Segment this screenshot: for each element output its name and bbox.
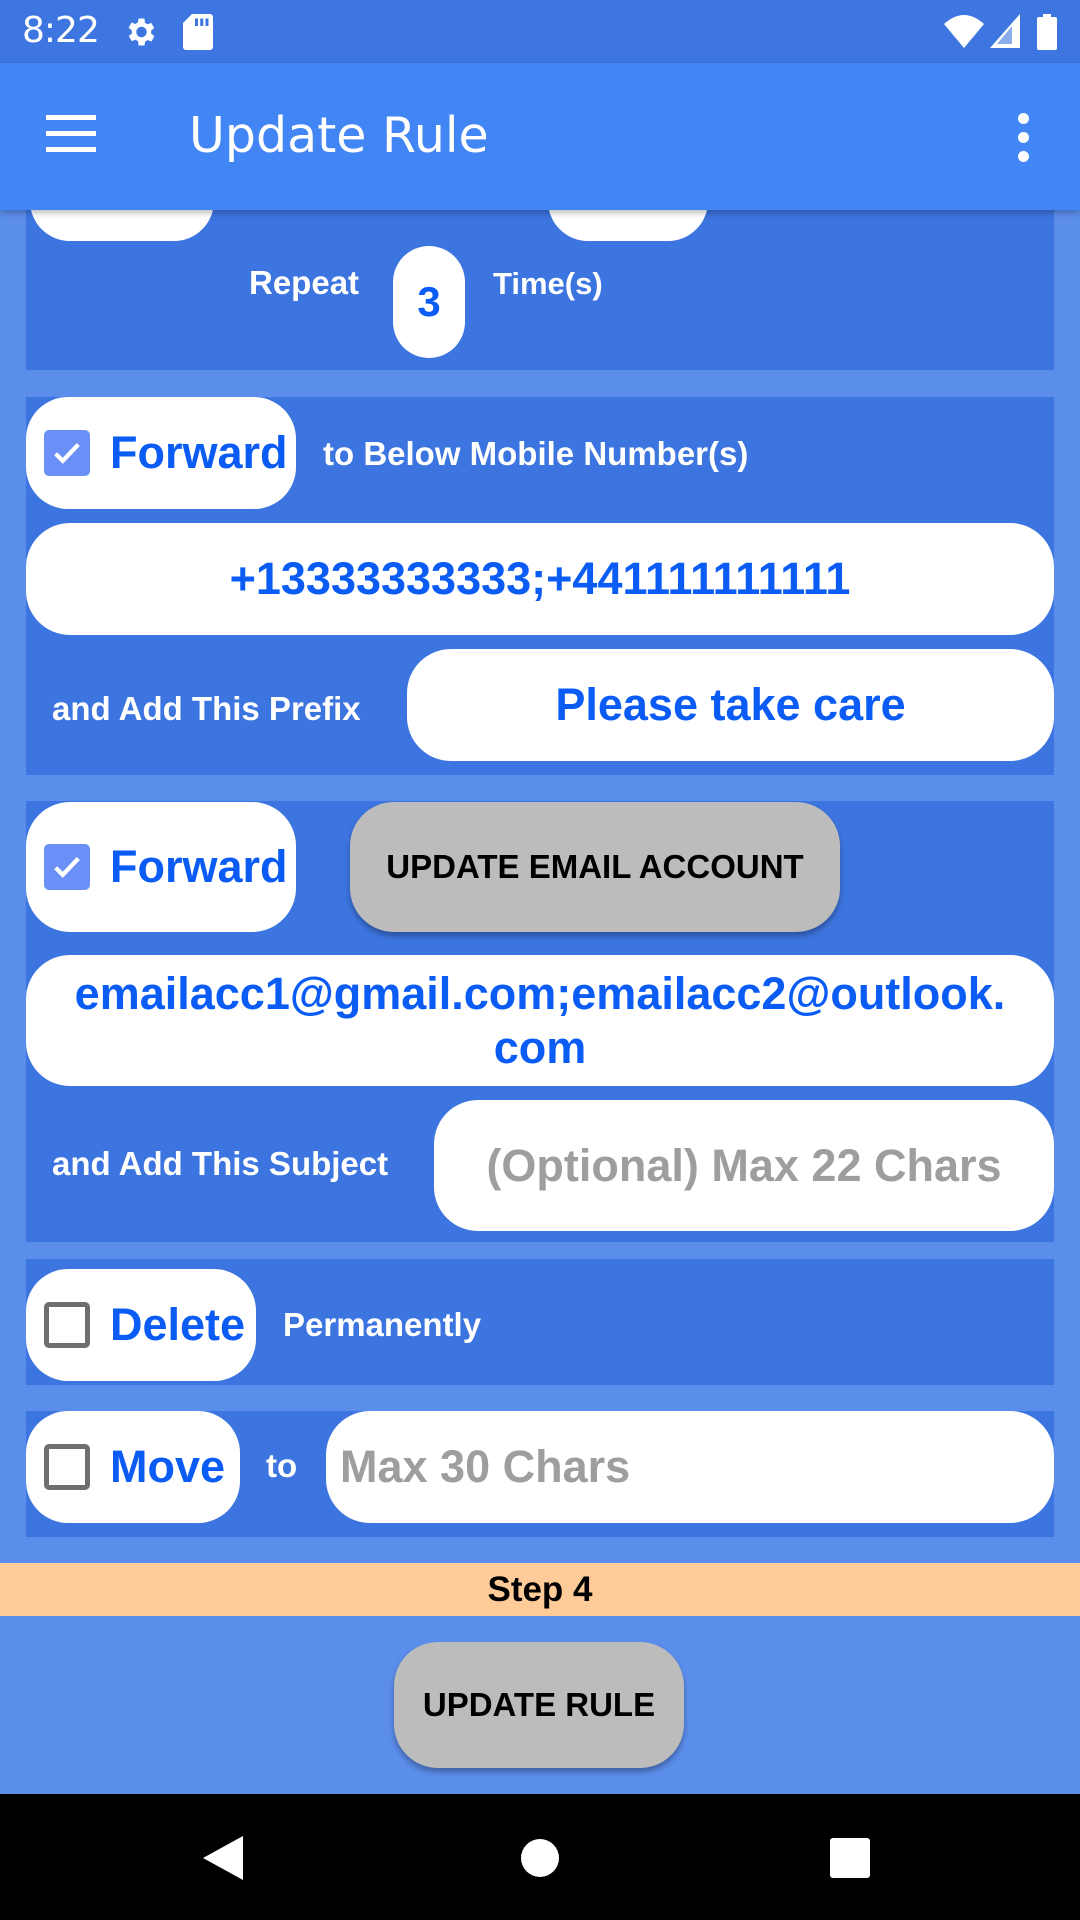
repeat-label: Repeat bbox=[249, 264, 360, 301]
forward-sms-checkbox[interactable]: Forward bbox=[26, 397, 296, 509]
more-vert-icon[interactable] bbox=[1008, 113, 1038, 163]
recents-icon[interactable] bbox=[830, 1838, 870, 1878]
forward-email-checkbox[interactable]: Forward bbox=[26, 802, 296, 932]
subject-input[interactable]: (Optional) Max 22 Chars bbox=[434, 1100, 1054, 1231]
settings-icon bbox=[128, 18, 155, 46]
prefix-label: and Add This Prefix bbox=[52, 690, 361, 727]
partial-field-right[interactable] bbox=[548, 210, 708, 241]
status-time: 8:22 bbox=[22, 10, 100, 51]
forward-sms-description: to Below Mobile Number(s) bbox=[323, 435, 749, 472]
subject-label: and Add This Subject bbox=[52, 1145, 389, 1182]
checkbox-unchecked-icon bbox=[44, 1302, 90, 1348]
repeat-count-input[interactable]: 3 bbox=[393, 246, 465, 358]
delete-description: Permanently bbox=[283, 1306, 482, 1343]
sd-card-icon bbox=[183, 14, 213, 50]
times-label: Time(s) bbox=[493, 266, 603, 301]
checkbox-checked-icon bbox=[44, 844, 90, 890]
page-title: Update Rule bbox=[189, 107, 489, 164]
prefix-input[interactable]: Please take care bbox=[407, 649, 1054, 761]
delete-panel: Delete Permanently bbox=[26, 1259, 1054, 1385]
email-addresses-input[interactable]: emailacc1@gmail.com;emailacc2@outlook.co… bbox=[26, 955, 1054, 1086]
wifi-icon bbox=[944, 15, 984, 48]
checkbox-checked-icon bbox=[44, 430, 90, 476]
update-rule-button[interactable]: UPDATE RULE bbox=[394, 1642, 684, 1768]
move-to-label: to bbox=[266, 1447, 298, 1484]
rule-form-scroll[interactable]: Repeat 3 Time(s) Forward to Below Mobile… bbox=[0, 210, 1080, 1794]
battery-icon bbox=[1037, 14, 1057, 50]
move-panel: Move to Max 30 Chars bbox=[26, 1411, 1054, 1537]
step-indicator: Step 4 bbox=[0, 1563, 1080, 1616]
home-icon[interactable] bbox=[520, 1838, 560, 1878]
update-email-account-button[interactable]: UPDATE EMAIL ACCOUNT bbox=[350, 802, 840, 932]
delete-checkbox[interactable]: Delete bbox=[26, 1269, 256, 1381]
partial-field-left[interactable] bbox=[30, 210, 214, 241]
mobile-numbers-input[interactable]: +13333333333;+441111111111 bbox=[26, 523, 1054, 635]
status-bar: 8:22 bbox=[0, 0, 1080, 63]
forward-sms-panel: Forward to Below Mobile Number(s) +13333… bbox=[26, 397, 1054, 775]
app-bar: Update Rule bbox=[0, 63, 1080, 210]
checkbox-unchecked-icon bbox=[44, 1444, 90, 1490]
move-folder-input[interactable]: Max 30 Chars bbox=[326, 1411, 1054, 1523]
forward-email-panel: Forward UPDATE EMAIL ACCOUNT emailacc1@g… bbox=[26, 801, 1054, 1242]
hamburger-menu-icon[interactable] bbox=[46, 115, 98, 155]
system-nav-bar bbox=[0, 1794, 1080, 1920]
repeat-panel: Repeat 3 Time(s) bbox=[26, 210, 1054, 370]
cell-signal-icon bbox=[990, 14, 1020, 48]
move-checkbox[interactable]: Move bbox=[26, 1411, 240, 1523]
back-icon[interactable] bbox=[203, 1836, 245, 1880]
